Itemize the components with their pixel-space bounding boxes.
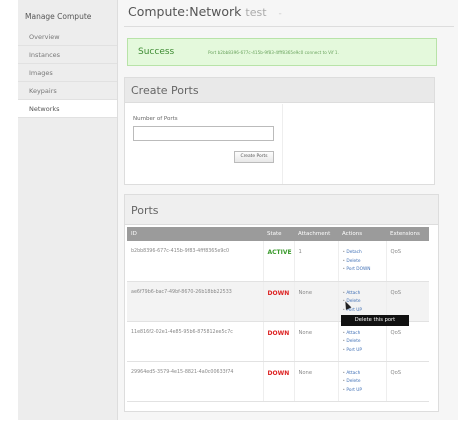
alert-label: Success (138, 47, 175, 57)
port-actions: Detach Delete Port DOWN (337, 241, 386, 282)
state-badge: DOWN (267, 369, 290, 377)
port-state: DOWN (262, 361, 294, 402)
port-state: DOWN (262, 321, 294, 362)
ports-panel: Ports ID State Attachment Actions Extens… (124, 194, 439, 412)
table-row: b2bb8396-677c-415b-9f83-4fff8365e9c0 ACT… (127, 241, 429, 282)
sidebar-item-overview[interactable]: Overview (18, 28, 117, 46)
column-header-state: State (263, 227, 294, 241)
create-ports-panel: Create Ports Number of Ports Create Port… (124, 77, 435, 185)
sidebar: Manage Compute Overview Instances Images… (18, 0, 118, 420)
sidebar-item-images[interactable]: Images (18, 64, 117, 82)
port-up-link[interactable]: Port UP (343, 347, 386, 356)
port-attachment: None (293, 321, 338, 362)
port-id: 11e816f2-02e1-4e85-95b6-875812ee5c7c (127, 321, 263, 362)
port-id: ae6f79b6-bac7-49bf-8670-26b18bb22533 (127, 281, 263, 322)
port-extension: QoS (385, 321, 429, 362)
port-id: 29964ed5-3579-4e15-8821-4a0c00633f74 (127, 361, 263, 402)
create-ports-button[interactable]: Create Ports (234, 151, 274, 163)
page-subtitle: test (245, 6, 267, 19)
port-state: DOWN (262, 281, 294, 322)
page-title: Compute:Network test - (128, 4, 282, 19)
port-attachment: None (293, 361, 338, 402)
delete-link[interactable]: Delete (343, 338, 386, 347)
delete-link[interactable]: Delete (343, 258, 386, 267)
number-of-ports-label: Number of Ports (133, 116, 178, 122)
table-row: 11e816f2-02e1-4e85-95b6-875812ee5c7c DOW… (127, 321, 429, 362)
panel-divider (282, 104, 283, 184)
delete-tooltip: Delete this port (341, 315, 409, 326)
port-extension: QoS (385, 241, 429, 282)
main-content: Compute:Network test - Success Port b2bb… (118, 0, 458, 420)
table-header-row: ID State Attachment Actions Extensions (127, 227, 429, 241)
port-up-link[interactable]: Port UP (343, 387, 386, 396)
sidebar-item-networks[interactable]: Networks (18, 100, 117, 118)
column-header-id: ID (127, 227, 263, 241)
port-actions: Attach Delete Port UP (337, 321, 386, 362)
port-attachment: 1 (293, 241, 338, 282)
table-row: 29964ed5-3579-4e15-8821-4a0c00633f74 DOW… (127, 361, 429, 402)
column-header-attachment: Attachment (294, 227, 338, 241)
attach-link[interactable]: Attach (343, 370, 386, 379)
success-alert: Success Port b2bb8396-677c-415b-9f83-4ff… (127, 38, 437, 66)
sidebar-title: Manage Compute (25, 12, 92, 21)
number-of-ports-input[interactable] (133, 126, 274, 141)
attach-link[interactable]: Attach (343, 290, 386, 299)
port-state: ACTIVE (262, 241, 294, 282)
port-extension: QoS (385, 361, 429, 402)
port-down-link[interactable]: Port DOWN (343, 266, 386, 275)
sidebar-item-keypairs[interactable]: Keypairs (18, 82, 117, 100)
column-header-extensions: Extensions (386, 227, 429, 241)
create-ports-heading: Create Ports (125, 78, 434, 103)
delete-link[interactable]: Delete (343, 378, 386, 387)
page-title-dash: - (278, 9, 282, 19)
sidebar-item-instances[interactable]: Instances (18, 46, 117, 64)
port-id: b2bb8396-677c-415b-9f83-4fff8365e9c0 (127, 241, 263, 282)
port-attachment: None (293, 281, 338, 322)
state-badge: DOWN (267, 289, 290, 297)
page-title-text: Compute:Network (128, 4, 242, 19)
title-divider (124, 26, 454, 27)
ports-heading: Ports (125, 195, 438, 225)
state-badge: ACTIVE (267, 249, 292, 256)
attach-link[interactable]: Attach (343, 330, 386, 339)
alert-message: Port b2bb8396-677c-415b-9f83-4fff8365e9c… (208, 50, 339, 55)
state-badge: DOWN (267, 329, 290, 337)
port-actions: Attach Delete Port UP (337, 361, 386, 402)
detach-link[interactable]: Detach (343, 249, 386, 258)
column-header-actions: Actions (338, 227, 386, 241)
